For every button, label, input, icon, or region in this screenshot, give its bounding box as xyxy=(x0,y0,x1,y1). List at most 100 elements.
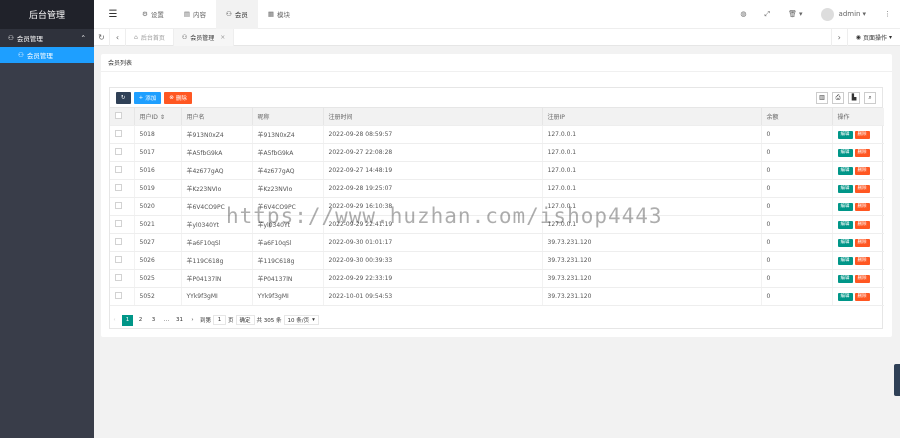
cell-actions: 编辑 删除 xyxy=(832,287,884,306)
nav-modules[interactable]: ▦ 模块 xyxy=(258,0,300,29)
search-icon[interactable]: ⌕ xyxy=(864,91,876,104)
edit-button[interactable]: 编辑 xyxy=(837,292,853,301)
cell-id: 5026 xyxy=(134,251,182,270)
tab-home[interactable]: ⌂ 后台首页 xyxy=(126,28,174,46)
cell-reg-time: 2022-09-27 14:48:19 xyxy=(323,161,543,180)
chevron-left-icon[interactable]: ‹ xyxy=(110,28,126,46)
export-icon[interactable]: ⎙ xyxy=(832,91,844,104)
select-all-checkbox[interactable] xyxy=(110,108,135,126)
row-delete-button[interactable]: 删除 xyxy=(854,130,870,139)
close-icon[interactable]: × xyxy=(220,34,225,41)
cell-reg-time: 2022-09-28 08:59:57 xyxy=(323,125,543,144)
cell-username: 羊a6F10qSl xyxy=(181,233,253,252)
edit-button[interactable]: 编辑 xyxy=(837,256,853,265)
row-delete-button[interactable]: 删除 xyxy=(854,256,870,265)
row-delete-button[interactable]: 删除 xyxy=(854,166,870,175)
row-checkbox[interactable] xyxy=(110,287,135,306)
row-delete-button[interactable]: 删除 xyxy=(854,202,870,211)
cell-actions: 编辑 删除 xyxy=(832,215,884,234)
page-size-select[interactable]: 10 条/页 ▾ xyxy=(283,315,319,325)
table-row[interactable]: 5017 羊A5fbG9kA 羊A5fbG9kA 2022-09-27 22:08:2… xyxy=(110,143,884,162)
row-checkbox[interactable] xyxy=(110,179,135,198)
row-checkbox[interactable] xyxy=(110,251,135,270)
sidebar-item-member-management[interactable]: ⚇ 会员管理 xyxy=(0,47,94,63)
row-delete-button[interactable]: 删除 xyxy=(854,292,870,301)
row-delete-button[interactable]: 删除 xyxy=(854,220,870,229)
cell-id: 5018 xyxy=(134,125,182,144)
row-delete-button[interactable]: 删除 xyxy=(854,274,870,283)
goto-confirm-button[interactable]: 确定 xyxy=(235,315,255,325)
refresh-button[interactable]: ↻ xyxy=(116,91,131,104)
row-delete-button[interactable]: 删除 xyxy=(854,238,870,247)
page-31[interactable]: 31 xyxy=(174,315,185,326)
row-checkbox[interactable] xyxy=(110,125,135,144)
fullscreen-icon[interactable]: ⤢ xyxy=(756,10,780,19)
trash-dropdown[interactable]: 🗑 ▾ xyxy=(779,10,811,18)
table-row[interactable]: 5021 羊yl0340Yt 羊yl0340Yt 2022-09-29 22:41:1… xyxy=(110,215,884,234)
sidebar-group-members[interactable]: ⚇ 会员管理 ⌃ xyxy=(0,29,94,47)
page-3[interactable]: 3 xyxy=(148,315,159,326)
next-page-icon[interactable]: › xyxy=(187,315,198,326)
row-delete-button[interactable]: 删除 xyxy=(854,184,870,193)
row-checkbox[interactable] xyxy=(110,269,135,288)
edit-button[interactable]: 编辑 xyxy=(837,202,853,211)
edit-button[interactable]: 编辑 xyxy=(837,130,853,139)
plus-icon: + xyxy=(138,94,144,101)
cell-balance: 0 xyxy=(761,125,833,144)
user-icon: ⚇ xyxy=(8,34,14,42)
table-row[interactable]: 5027 羊a6F10qSl 羊a6F10qSl 2022-09-30 01:01:1… xyxy=(110,233,884,252)
col-label: 用户ID xyxy=(139,113,158,121)
tab-member-management[interactable]: ⚇ 会员管理 × xyxy=(173,28,235,46)
edit-button[interactable]: 编辑 xyxy=(837,274,853,283)
col-header-actions: 操作 xyxy=(832,108,884,126)
row-checkbox[interactable] xyxy=(110,215,135,234)
user-menu[interactable]: admin ▾ xyxy=(812,7,875,21)
cell-nickname: 羊6V4CO9PC xyxy=(252,197,324,216)
side-float-tab[interactable] xyxy=(894,364,900,396)
col-header-id[interactable]: 用户ID ⇕ xyxy=(134,108,182,126)
table-row[interactable]: 5016 羊4z677gAQ 羊4z677gAQ 2022-09-27 14:48:1… xyxy=(110,161,884,180)
refresh-icon[interactable]: ↻ xyxy=(94,28,110,46)
table-header-row: 用户ID ⇕ 用户名 昵称 注册时间 注册IP 余额 操作 xyxy=(110,108,884,126)
caret-down-icon: ▾ xyxy=(862,10,866,18)
table-row[interactable]: 5026 羊119C618g 羊119C618g 2022-09-30 00:39:3… xyxy=(110,251,884,270)
menu-toggle-icon[interactable]: ☰ xyxy=(94,9,132,20)
globe-icon[interactable]: ◍ xyxy=(731,10,755,18)
row-checkbox[interactable] xyxy=(110,197,135,216)
table-row[interactable]: 5019 羊Kz23NVIo 羊Kz23NVIo 2022-09-28 19:25:0… xyxy=(110,179,884,198)
nav-members[interactable]: ⚇ 会员 xyxy=(215,0,258,29)
page-2[interactable]: 2 xyxy=(135,315,146,326)
columns-icon[interactable]: ▥ xyxy=(816,91,828,104)
add-button[interactable]: + 添加 xyxy=(133,91,162,104)
row-checkbox[interactable] xyxy=(110,161,135,180)
row-checkbox[interactable] xyxy=(110,143,135,162)
chevron-right-icon[interactable]: › xyxy=(830,28,847,46)
nav-content[interactable]: ▤ 内容 xyxy=(174,0,216,29)
edit-button[interactable]: 编辑 xyxy=(837,238,853,247)
cell-actions: 编辑 删除 xyxy=(832,143,884,162)
more-icon[interactable]: ⋮ xyxy=(875,10,900,18)
edit-button[interactable]: 编辑 xyxy=(837,220,853,229)
sidebar: 后台管理 ⚇ 会员管理 ⌃ ⚇ 会员管理 xyxy=(0,0,94,438)
cell-reg-time: 2022-09-29 16:10:38 xyxy=(323,197,543,216)
table-row[interactable]: 5020 羊6V4CO9PC 羊6V4CO9PC 2022-09-29 16:10:3… xyxy=(110,197,884,216)
page-1[interactable]: 1 xyxy=(122,314,133,326)
nav-settings[interactable]: ⚙ 设置 xyxy=(132,0,174,29)
edit-button[interactable]: 编辑 xyxy=(837,166,853,175)
row-delete-button[interactable]: 删除 xyxy=(854,148,870,157)
row-checkbox[interactable] xyxy=(110,233,135,252)
page-ops-dropdown[interactable]: ◉ 页面操作 ▾ xyxy=(846,28,900,46)
cell-reg-time: 2022-09-30 00:39:33 xyxy=(323,251,543,270)
print-icon[interactable]: ▙ xyxy=(848,91,860,104)
cell-reg-time: 2022-09-30 01:01:17 xyxy=(323,233,543,252)
prev-page-icon[interactable]: ‹ xyxy=(109,315,120,326)
delete-button[interactable]: ⊗ 删除 xyxy=(164,91,192,104)
table-row[interactable]: 5025 羊P04137lN 羊P04137lN 2022-09-29 22:33:1… xyxy=(110,269,884,288)
goto-page-input[interactable]: 1 xyxy=(213,315,227,325)
nav-label: 设置 xyxy=(150,11,164,19)
home-icon: ⌂ xyxy=(134,33,138,41)
table-row[interactable]: 5018 羊913N0xZ4 羊913N0xZ4 2022-09-28 08:59:5… xyxy=(110,125,884,144)
table-row[interactable]: 5052 YYk9f3gMI YYk9f3gMI 2022-10-01 09:54:5… xyxy=(110,287,884,306)
edit-button[interactable]: 编辑 xyxy=(837,184,853,193)
edit-button[interactable]: 编辑 xyxy=(837,148,853,157)
